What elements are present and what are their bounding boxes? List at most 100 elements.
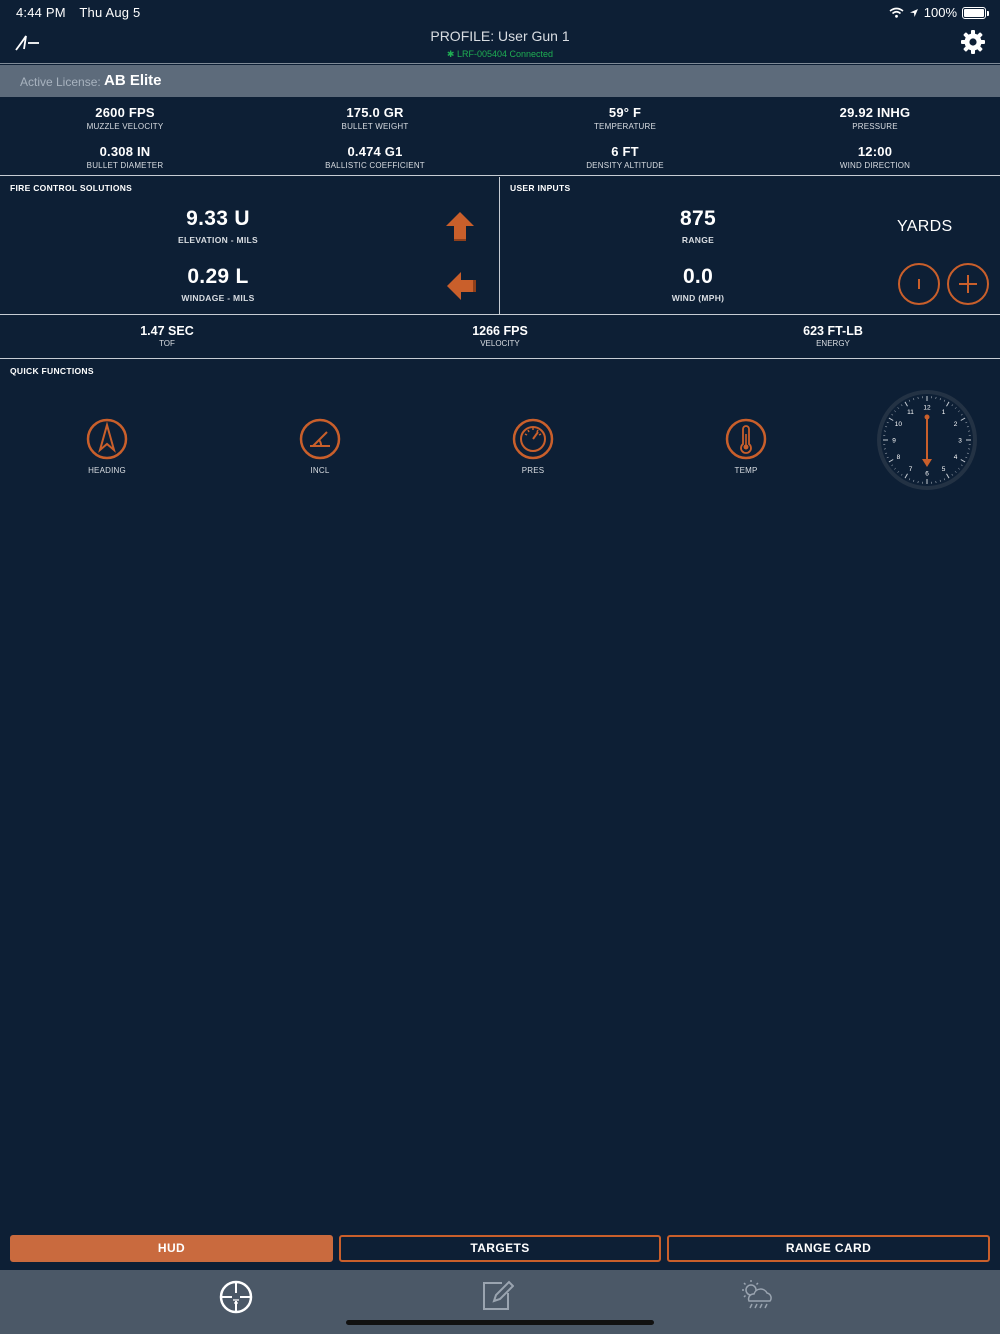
battery-percent: 100% bbox=[923, 5, 957, 20]
stat-density-altitude[interactable]: 6 FT DENSITY ALTITUDE bbox=[500, 144, 750, 170]
stat-value: 0.308 IN bbox=[99, 144, 151, 159]
stat-value: 29.92 INHG bbox=[839, 105, 911, 120]
quick-function-temp[interactable]: TEMP bbox=[701, 418, 791, 475]
result-label: VELOCITY bbox=[480, 339, 520, 348]
stat-label: BULLET WEIGHT bbox=[341, 122, 409, 131]
wind-label: WIND (MPH) bbox=[671, 293, 725, 303]
tab-range-card[interactable]: RANGE CARD bbox=[667, 1235, 990, 1262]
stat-bullet-weight[interactable]: 175.0 GR BULLET WEIGHT bbox=[250, 105, 500, 131]
elevation-value: 9.33 U bbox=[186, 207, 250, 230]
status-bar: 4:44 PM Thu Aug 5 100% bbox=[0, 0, 1000, 24]
stat-value: 59° F bbox=[608, 105, 642, 120]
stat-label: DENSITY ALTITUDE bbox=[586, 161, 664, 170]
decrement-button[interactable] bbox=[898, 263, 940, 305]
arrow-up-icon bbox=[446, 212, 474, 241]
windage-label: WINDAGE - MILS bbox=[181, 293, 255, 303]
nav-bar: PROFILE: User Gun 1 ✱ LRF-005404 Connect… bbox=[0, 24, 1000, 64]
thermometer-icon bbox=[725, 418, 767, 460]
clock-number: 8 bbox=[897, 454, 901, 461]
gear-icon[interactable] bbox=[960, 29, 986, 55]
clock-number: 3 bbox=[958, 438, 962, 445]
elevation-label: ELEVATION - MILS bbox=[177, 235, 259, 245]
stat-label: PRESSURE bbox=[852, 122, 898, 131]
stat-ballistic-coefficient[interactable]: 0.474 G1 BALLISTIC COEFFICIENT bbox=[250, 144, 500, 170]
range-label: RANGE bbox=[681, 235, 715, 245]
tab-bar: HUD TARGETS RANGE CARD bbox=[0, 1234, 1000, 1264]
result-label: TOF bbox=[159, 339, 175, 348]
clock-number: 9 bbox=[892, 438, 896, 445]
clock-number: 2 bbox=[954, 421, 958, 428]
quick-function-heading[interactable]: HEADING bbox=[62, 418, 152, 475]
fire-control-panel: FIRE CONTROL SOLUTIONS 9.33 U ELEVATION … bbox=[0, 177, 500, 314]
location-icon bbox=[909, 8, 918, 17]
stat-muzzle-velocity[interactable]: 2600 FPS MUZZLE VELOCITY bbox=[0, 105, 250, 131]
elevation-readout: 9.33 U ELEVATION - MILS bbox=[118, 207, 318, 245]
wifi-icon bbox=[889, 7, 904, 18]
quick-function-label: HEADING bbox=[88, 466, 126, 475]
range-value: 875 bbox=[680, 207, 716, 230]
tab-hud[interactable]: HUD bbox=[10, 1235, 333, 1262]
license-bar: Active License: AB Elite bbox=[0, 65, 1000, 97]
profile-title[interactable]: PROFILE: User Gun 1 bbox=[0, 28, 1000, 44]
stat-label: BULLET DIAMETER bbox=[86, 161, 164, 170]
result-label: ENERGY bbox=[816, 339, 850, 348]
range-unit-toggle[interactable]: YARDS bbox=[897, 218, 952, 236]
stat-label: BALLISTIC COEFFICIENT bbox=[325, 161, 425, 170]
stat-value: 12:00 bbox=[857, 144, 893, 159]
result-velocity: 1266 FPS VELOCITY bbox=[333, 324, 667, 348]
edit-icon[interactable] bbox=[480, 1279, 514, 1313]
stat-bullet-diameter[interactable]: 0.308 IN BULLET DIAMETER bbox=[0, 144, 250, 170]
crosshair-icon[interactable] bbox=[218, 1279, 254, 1315]
stat-label: MUZZLE VELOCITY bbox=[86, 122, 164, 131]
user-inputs-label: USER INPUTS bbox=[510, 183, 571, 193]
connection-status: ✱ LRF-005404 Connected bbox=[0, 49, 1000, 60]
windage-readout: 0.29 L WINDAGE - MILS bbox=[118, 265, 318, 303]
wind-readout[interactable]: 0.0 WIND (MPH) bbox=[598, 265, 798, 303]
result-energy: 623 FT-LB ENERGY bbox=[666, 324, 1000, 348]
windage-value: 0.29 L bbox=[187, 265, 249, 288]
stat-pressure[interactable]: 29.92 INHG PRESSURE bbox=[750, 105, 1000, 131]
quick-function-label: PRES bbox=[521, 466, 545, 475]
stat-value: 2600 FPS bbox=[95, 105, 155, 120]
range-readout[interactable]: 875 RANGE bbox=[598, 207, 798, 245]
status-time: 4:44 PM bbox=[16, 5, 66, 20]
arrow-left-icon bbox=[447, 272, 476, 300]
trajectory-results: 1.47 SEC TOF 1266 FPS VELOCITY 623 FT-LB… bbox=[0, 315, 1000, 359]
connection-text: LRF-005404 Connected bbox=[456, 49, 554, 59]
stat-label: WIND DIRECTION bbox=[839, 161, 911, 170]
compass-icon bbox=[86, 418, 128, 460]
fire-control-label: FIRE CONTROL SOLUTIONS bbox=[10, 183, 133, 193]
result-value: 1.47 SEC bbox=[140, 324, 194, 338]
inclination-icon bbox=[299, 418, 341, 460]
license-label: Active License: bbox=[20, 75, 101, 89]
gauge-icon bbox=[512, 418, 554, 460]
stat-label: TEMPERATURE bbox=[593, 122, 657, 131]
clock-number: 5 bbox=[942, 466, 946, 473]
quick-function-label: TEMP bbox=[734, 466, 758, 475]
clock-number: 6 bbox=[925, 471, 929, 478]
clock-number: 10 bbox=[895, 421, 903, 428]
status-date: Thu Aug 5 bbox=[79, 5, 141, 20]
quick-function-label: INCL bbox=[310, 466, 330, 475]
stat-value: 175.0 GR bbox=[346, 105, 404, 120]
tab-targets[interactable]: TARGETS bbox=[339, 1235, 661, 1262]
quick-function-incl[interactable]: INCL bbox=[275, 418, 365, 475]
wind-direction-clock[interactable]: 121234567891011 bbox=[876, 389, 978, 491]
increment-button[interactable] bbox=[947, 263, 989, 305]
license-value: AB Elite bbox=[104, 72, 162, 89]
clock-number: 7 bbox=[909, 466, 913, 473]
result-value: 623 FT-LB bbox=[803, 324, 863, 338]
result-tof: 1.47 SEC TOF bbox=[0, 324, 334, 348]
quick-functions-label: QUICK FUNCTIONS bbox=[10, 366, 94, 376]
plus-icon bbox=[959, 275, 977, 293]
stat-value: 0.474 G1 bbox=[347, 144, 403, 159]
weather-icon[interactable] bbox=[738, 1279, 776, 1313]
stat-value: 6 FT bbox=[611, 144, 639, 159]
stat-wind-direction[interactable]: 12:00 WIND DIRECTION bbox=[750, 144, 1000, 170]
result-value: 1266 FPS bbox=[472, 324, 528, 338]
home-indicator[interactable] bbox=[346, 1320, 654, 1325]
quick-function-pres[interactable]: PRES bbox=[488, 418, 578, 475]
ballistic-stats: 2600 FPS MUZZLE VELOCITY 175.0 GR BULLET… bbox=[0, 98, 1000, 176]
clock-number: 12 bbox=[923, 405, 931, 412]
stat-temperature[interactable]: 59° F TEMPERATURE bbox=[500, 105, 750, 131]
